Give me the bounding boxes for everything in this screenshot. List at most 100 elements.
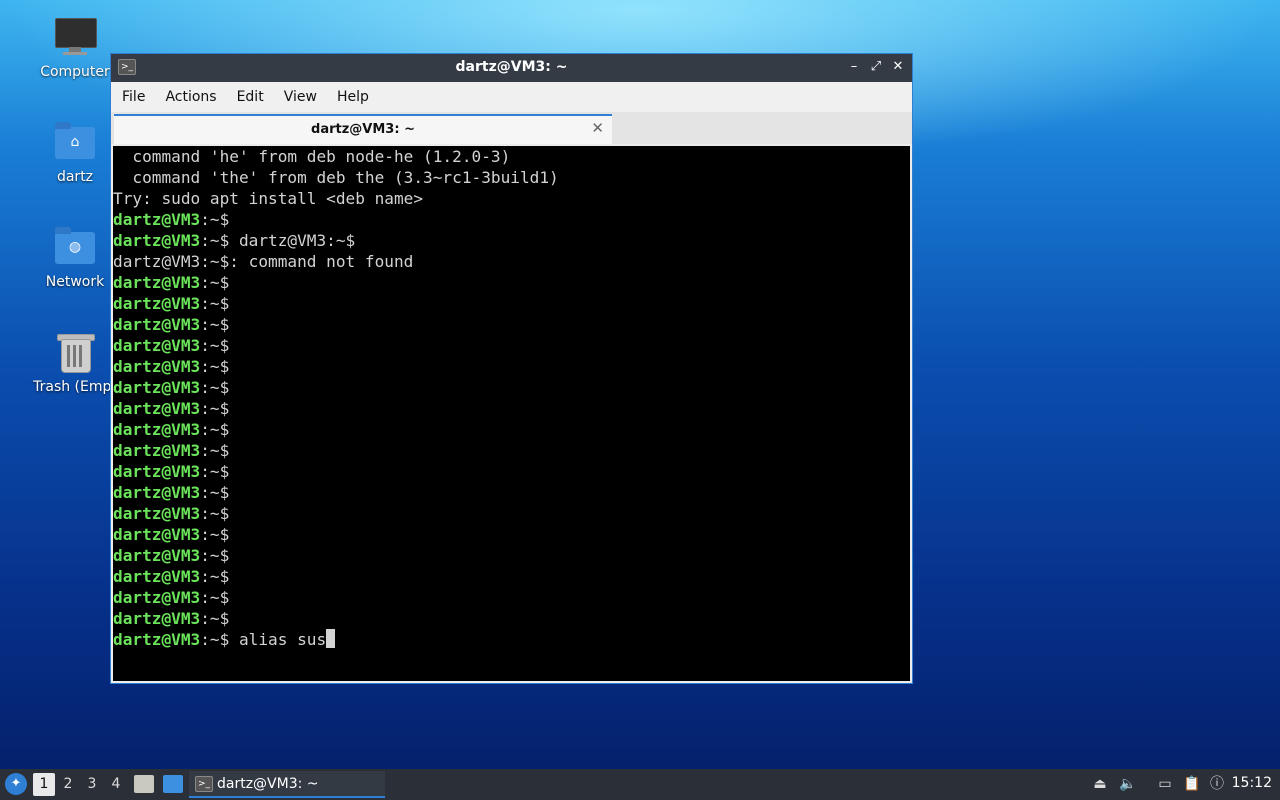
terminal-prompt: dartz@VM3	[113, 525, 201, 544]
terminal-window[interactable]: >_ dartz@VM3: ~ – ⤢ ✕ File Actions Edit Vie…	[110, 53, 913, 684]
terminal-text: :~$	[200, 504, 230, 523]
terminal-prompt: dartz@VM3	[113, 315, 201, 334]
terminal-line: command 'the' from deb the (3.3~rc1-3bui…	[113, 167, 910, 188]
terminal-prompt: dartz@VM3	[113, 357, 201, 376]
terminal-text: :~$	[200, 609, 230, 628]
terminal-line: dartz@VM3:~$	[113, 272, 910, 293]
minimize-button[interactable]: –	[846, 58, 862, 76]
terminal-prompt: dartz@VM3	[113, 420, 201, 439]
network-folder-icon: ◍	[53, 226, 97, 270]
tab-label: dartz@VM3: ~	[311, 122, 415, 137]
terminal-prompt: dartz@VM3	[113, 567, 201, 586]
volume-icon[interactable]: 🔈	[1119, 775, 1137, 793]
eject-icon[interactable]: ⏏	[1091, 775, 1109, 793]
terminal-line: dartz@VM3:~$	[113, 545, 910, 566]
terminal-text: :~$	[200, 441, 230, 460]
terminal-prompt: dartz@VM3	[113, 378, 201, 397]
workspace-4[interactable]: 4	[105, 769, 127, 800]
menu-actions[interactable]: Actions	[154, 82, 225, 105]
menu-edit[interactable]: Edit	[226, 82, 273, 105]
window-titlebar[interactable]: >_ dartz@VM3: ~ – ⤢ ✕	[111, 54, 912, 82]
tab-bar: dartz@VM3: ~ ✕	[111, 112, 912, 144]
menu-bar: File Actions Edit View Help	[111, 82, 912, 112]
terminal-line: dartz@VM3:~$: command not found	[113, 251, 910, 272]
menu-file[interactable]: File	[111, 82, 154, 105]
terminal-text: :~$	[200, 273, 230, 292]
tab-close-icon[interactable]: ✕	[591, 119, 604, 137]
terminal-text: :~$	[200, 336, 230, 355]
terminal-prompt: dartz@VM3	[113, 462, 201, 481]
network-icon[interactable]: ▭	[1156, 775, 1174, 793]
terminal-prompt: dartz@VM3	[113, 399, 201, 418]
terminal-line: dartz@VM3:~$	[113, 524, 910, 545]
menu-help[interactable]: Help	[326, 82, 378, 105]
workspace-2[interactable]: 2	[57, 769, 79, 800]
terminal-text: :~$ dartz@VM3:~$	[200, 231, 356, 250]
workspace-3[interactable]: 3	[81, 769, 103, 800]
clipboard-icon[interactable]: 📋	[1183, 775, 1201, 793]
terminal-line: dartz@VM3:~$	[113, 209, 910, 230]
terminal-line: dartz@VM3:~$	[113, 419, 910, 440]
terminal-prompt: dartz@VM3	[113, 483, 201, 502]
trash-icon	[53, 331, 97, 375]
terminal-line: dartz@VM3:~$	[113, 566, 910, 587]
terminal-line: dartz@VM3:~$	[113, 461, 910, 482]
terminal-line: dartz@VM3:~$	[113, 608, 910, 629]
terminal-line: dartz@VM3:~$ dartz@VM3:~$	[113, 230, 910, 251]
notification-icon[interactable]: ⓘ	[1208, 775, 1226, 793]
tab-terminal[interactable]: dartz@VM3: ~ ✕	[114, 114, 612, 144]
menu-view[interactable]: View	[273, 82, 326, 105]
terminal-line: dartz@VM3:~$	[113, 335, 910, 356]
window-title: dartz@VM3: ~	[455, 59, 568, 75]
terminal-prompt: dartz@VM3	[113, 504, 201, 523]
terminal-line: dartz@VM3:~$	[113, 314, 910, 335]
terminal-line: dartz@VM3:~$	[113, 482, 910, 503]
terminal-text: :~$	[200, 420, 230, 439]
terminal-text: :~$	[200, 567, 230, 586]
terminal-line: dartz@VM3:~$	[113, 356, 910, 377]
terminal-text: :~$	[200, 462, 230, 481]
terminal-text: :~$	[200, 546, 230, 565]
file-manager-icon[interactable]	[134, 775, 154, 793]
terminal-prompt: dartz@VM3	[113, 294, 201, 313]
terminal-prompt: dartz@VM3	[113, 546, 201, 565]
maximize-button[interactable]: ⤢	[868, 58, 884, 76]
terminal-icon: >_	[195, 776, 213, 792]
start-menu-icon[interactable]: ✦	[5, 773, 27, 795]
terminal-prompt: dartz@VM3	[113, 630, 201, 649]
terminal-output[interactable]: command 'he' from deb node-he (1.2.0-3) …	[113, 146, 910, 681]
computer-icon	[53, 16, 97, 60]
terminal-text: :~$	[200, 399, 230, 418]
workspace-1[interactable]: 1	[33, 773, 55, 796]
terminal-text: :~$	[200, 357, 230, 376]
close-button[interactable]: ✕	[890, 58, 906, 76]
terminal-text: :~$	[200, 525, 230, 544]
terminal-text: :~$ alias sus	[200, 630, 327, 649]
terminal-text: :~$	[200, 378, 230, 397]
terminal-prompt: dartz@VM3	[113, 231, 201, 250]
taskbar-item-label: dartz@VM3: ~	[217, 776, 319, 792]
home-folder-icon: ⌂	[53, 121, 97, 165]
terminal-line: Try: sudo apt install <deb name>	[113, 188, 910, 209]
terminal-prompt: dartz@VM3	[113, 273, 201, 292]
taskbar: ✦ 1 2 3 4 >_ dartz@VM3: ~ ⏏ 🔈 ▭ 📋 ⓘ 15:1…	[0, 769, 1280, 800]
show-desktop-icon[interactable]	[163, 775, 183, 793]
terminal-line: dartz@VM3:~$	[113, 587, 910, 608]
terminal-line: dartz@VM3:~$	[113, 293, 910, 314]
terminal-prompt: dartz@VM3	[113, 588, 201, 607]
terminal-line: command 'he' from deb node-he (1.2.0-3)	[113, 146, 910, 167]
terminal-text: :~$	[200, 483, 230, 502]
terminal-prompt: dartz@VM3	[113, 210, 201, 229]
terminal-line: dartz@VM3:~$	[113, 398, 910, 419]
terminal-text: command 'the' from deb the (3.3~rc1-3bui…	[113, 168, 559, 187]
terminal-prompt: dartz@VM3	[113, 441, 201, 460]
terminal-line: dartz@VM3:~$	[113, 440, 910, 461]
terminal-line: dartz@VM3:~$	[113, 503, 910, 524]
taskbar-item-terminal[interactable]: >_ dartz@VM3: ~	[189, 771, 385, 798]
terminal-text: :~$	[200, 315, 230, 334]
terminal-prompt: dartz@VM3	[113, 609, 201, 628]
terminal-line: dartz@VM3:~$ alias sus	[113, 629, 910, 650]
terminal-text: dartz@VM3:~$: command not found	[113, 252, 414, 271]
clock[interactable]: 15:12	[1232, 775, 1272, 791]
terminal-line: dartz@VM3:~$	[113, 377, 910, 398]
